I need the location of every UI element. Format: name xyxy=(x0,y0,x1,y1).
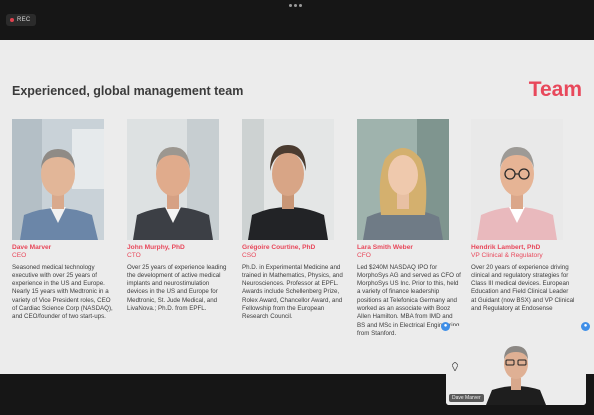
member-bio: Over 25 years of experience leading the … xyxy=(127,263,227,312)
team-member-card: Dave Marver CEO Seasoned medical technol… xyxy=(12,119,116,322)
pin-icon[interactable]: ● xyxy=(581,322,590,331)
member-role: VP Clinical & Regulatory xyxy=(471,252,543,259)
member-bio: Ph.D. in Experimental Medicine and train… xyxy=(242,263,343,321)
more-dots-icon[interactable] xyxy=(289,4,302,7)
meeting-top-bar: REC xyxy=(0,0,594,40)
shared-slide: Experienced, global management team Team… xyxy=(0,40,594,374)
slide-title: Experienced, global management team xyxy=(12,84,244,98)
member-role: CTO xyxy=(127,252,141,259)
self-name-label: Dave Marver xyxy=(449,394,484,402)
member-bio: Over 20 years of experience driving clin… xyxy=(471,263,575,312)
member-name: Lara Smith Weber xyxy=(357,244,413,251)
member-bio: Seasoned medical technology executive wi… xyxy=(12,263,113,321)
participant-icon[interactable]: ● xyxy=(441,322,450,331)
team-member-card: Grégoire Courtine, PhD CSO Ph.D. in Expe… xyxy=(242,119,346,322)
member-role: CEO xyxy=(12,252,27,259)
self-video-tile[interactable]: Dave Marver xyxy=(446,326,586,405)
company-logo-icon xyxy=(452,362,458,371)
member-photo xyxy=(357,119,449,240)
member-name: Hendrik Lambert, PhD xyxy=(471,244,541,251)
slide-heading: Team xyxy=(528,78,582,101)
member-photo xyxy=(242,119,334,240)
member-role: CSO xyxy=(242,252,257,259)
member-name: Grégoire Courtine, PhD xyxy=(242,244,316,251)
member-photo xyxy=(471,119,563,240)
record-dot-icon xyxy=(10,18,14,22)
member-photo xyxy=(127,119,219,240)
recording-indicator: REC xyxy=(6,14,36,26)
team-member-card: Lara Smith Weber CFO Led $240M NASDAQ IP… xyxy=(357,119,461,338)
team-member-card: Hendrik Lambert, PhD VP Clinical & Regul… xyxy=(471,119,575,313)
recording-label: REC xyxy=(17,17,31,23)
team-member-card: John Murphy, PhD CTO Over 25 years of ex… xyxy=(127,119,231,313)
member-photo xyxy=(12,119,104,240)
member-name: Dave Marver xyxy=(12,244,52,251)
member-name: John Murphy, PhD xyxy=(127,244,185,251)
member-role: CFO xyxy=(357,252,371,259)
